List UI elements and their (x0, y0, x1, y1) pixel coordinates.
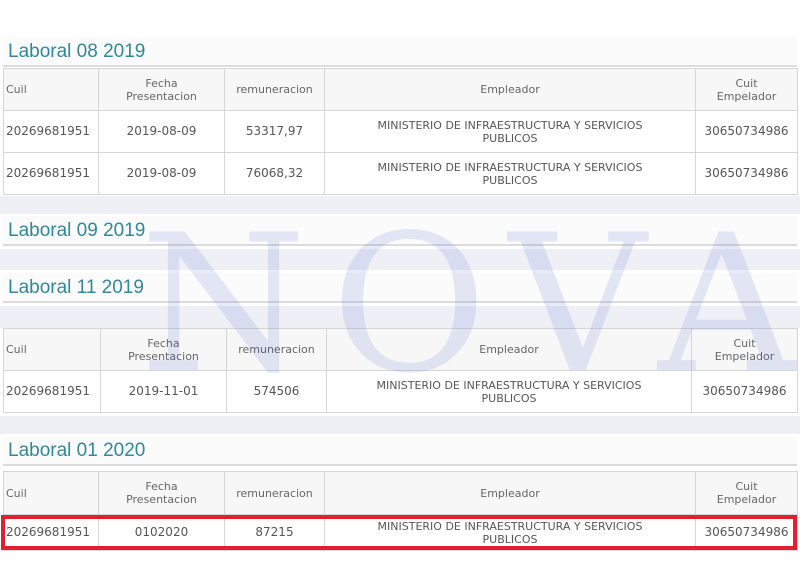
col-header-fecha: Fecha Presentacion (100, 328, 227, 371)
col-header-cuit-line1: Cuit (733, 336, 756, 350)
section-separator (0, 306, 800, 328)
cell-remuneracion: 53317,97 (224, 110, 325, 153)
col-header-cuit: Cuit Empelador (695, 68, 798, 111)
section-separator (0, 249, 800, 270)
cell-cuit: 30650734986 (695, 110, 798, 153)
col-header-fecha-line2: Presentacion (126, 89, 197, 103)
col-header-cuil: Cuil (3, 471, 99, 515)
cell-empleador: MINISTERIO DE INFRAESTRUCTURA Y SERVICIO… (324, 110, 696, 153)
col-header-cuil: Cuil (3, 68, 99, 111)
cell-empleador-line1: MINISTERIO DE INFRAESTRUCTURA Y SERVICIO… (377, 118, 643, 132)
cell-remuneracion: 574506 (226, 370, 327, 413)
highlight-box (1, 515, 797, 550)
cell-fecha: 2019-08-09 (98, 152, 225, 195)
table-row: 20269681951 2019-11-01 574506 MINISTERIO… (3, 370, 798, 413)
col-header-cuit: Cuit Empelador (691, 328, 798, 371)
table-header-row: Cuil Fecha Presentacion remuneracion Empl… (3, 471, 798, 515)
cell-remuneracion: 76068,32 (224, 152, 325, 195)
section-separator (0, 196, 800, 214)
results-table: Cuil Fecha Presentacion remuneracion Empl… (3, 68, 798, 195)
section-title: Laboral 08 2019 (3, 37, 797, 67)
col-header-fecha-line1: Fecha (147, 336, 180, 350)
cell-fecha: 2019-08-09 (98, 110, 225, 153)
col-header-fecha-line1: Fecha (145, 480, 178, 493)
cell-empleador-line2: PUBLICOS (482, 131, 538, 145)
table-row: 20269681951 2019-08-09 53317,97 MINISTER… (3, 110, 798, 153)
col-header-fecha-line2: Presentacion (126, 493, 197, 506)
cell-empleador: MINISTERIO DE INFRAESTRUCTURA Y SERVICIO… (324, 152, 696, 195)
table-header-row: Cuil Fecha Presentacion remuneracion Empl… (3, 328, 798, 371)
col-header-remuneracion: remuneracion (224, 68, 325, 111)
col-header-cuit-line1: Cuit (735, 76, 758, 90)
cell-empleador-line2: PUBLICOS (481, 391, 537, 405)
results-table: Cuil Fecha Presentacion remuneracion Empl… (3, 328, 798, 413)
cell-empleador-line1: MINISTERIO DE INFRAESTRUCTURA Y SERVICIO… (376, 378, 642, 392)
section-title: Laboral 11 2019 (3, 273, 797, 303)
cell-cuil: 20269681951 (3, 370, 101, 413)
col-header-cuit-line2: Empelador (716, 89, 777, 103)
cell-empleador-line1: MINISTERIO DE INFRAESTRUCTURA Y SERVICIO… (377, 160, 643, 174)
col-header-empleador: Empleador (324, 68, 696, 111)
col-header-cuit-line2: Empelador (714, 349, 775, 363)
cell-empleador: MINISTERIO DE INFRAESTRUCTURA Y SERVICIO… (326, 370, 692, 413)
col-header-remuneracion: remuneracion (226, 328, 327, 371)
cell-cuit: 30650734986 (691, 370, 798, 413)
cell-cuil: 20269681951 (3, 152, 99, 195)
cell-cuil: 20269681951 (3, 110, 99, 153)
col-header-remuneracion: remuneracion (224, 471, 325, 515)
cell-cuit: 30650734986 (695, 152, 798, 195)
col-header-cuit-line1: Cuit (735, 480, 758, 493)
col-header-fecha-line2: Presentacion (128, 349, 199, 363)
col-header-cuit-line2: Empelador (716, 493, 777, 506)
col-header-fecha: Fecha Presentacion (98, 471, 225, 515)
section-title: Laboral 01 2020 (3, 436, 797, 466)
table-row: 20269681951 2019-08-09 76068,32 MINISTER… (3, 152, 798, 195)
cell-empleador-line2: PUBLICOS (482, 173, 538, 187)
section-title: Laboral 09 2019 (3, 216, 797, 246)
col-header-fecha: Fecha Presentacion (98, 68, 225, 111)
col-header-fecha-line1: Fecha (145, 76, 178, 90)
col-header-cuit: Cuit Empelador (695, 471, 798, 515)
col-header-cuil: Cuil (3, 328, 101, 371)
table-header-row: Cuil Fecha Presentacion remuneracion Empl… (3, 68, 798, 111)
cell-fecha: 2019-11-01 (100, 370, 227, 413)
col-header-empleador: Empleador (324, 471, 696, 515)
col-header-empleador: Empleador (326, 328, 692, 371)
section-separator (0, 416, 800, 434)
